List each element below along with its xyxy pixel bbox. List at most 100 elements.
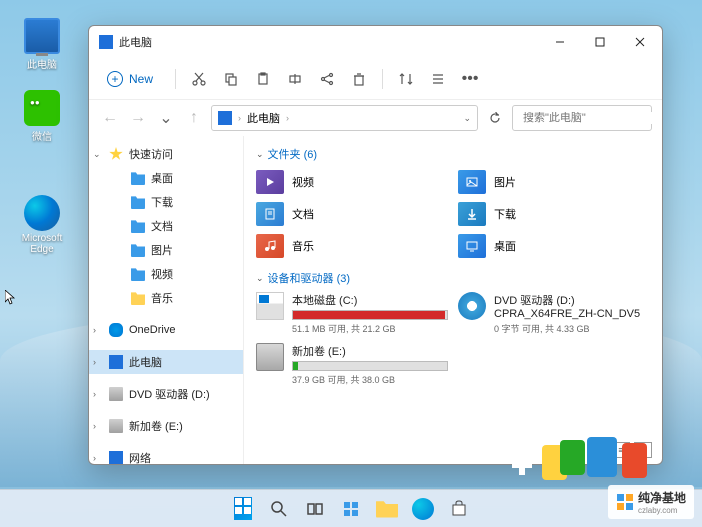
content-area: 文件夹 (6) 视频 图片 文档 下载 音乐 桌面 设备和驱动器 (3) 本地磁… [244, 136, 662, 464]
desktop-label: 此电脑 [27, 60, 57, 71]
dvd-icon [109, 387, 123, 401]
taskbar-edge[interactable] [407, 493, 439, 525]
desktop-icon-edge[interactable]: Microsoft Edge [12, 195, 72, 255]
folder-video[interactable]: 视频 [256, 168, 448, 196]
taskbar-store[interactable] [443, 493, 475, 525]
video-icon [256, 170, 284, 194]
folder-downloads[interactable]: 下载 [458, 200, 650, 228]
explorer-window: 此电脑 + New ••• ← → [88, 25, 663, 465]
delete-icon[interactable] [350, 70, 368, 88]
minimize-button[interactable] [540, 27, 580, 57]
desktop-icon-thispc[interactable]: 此电脑 [12, 18, 72, 71]
sidebar-item-documents[interactable]: 文档 [89, 214, 243, 238]
watermark-logo [616, 493, 634, 511]
cut-icon[interactable] [190, 70, 208, 88]
view-icon[interactable] [429, 70, 447, 88]
sidebar-item-label: 新加卷 (E:) [129, 418, 183, 434]
folder-icon [131, 219, 145, 233]
chevron-right-icon[interactable]: › [93, 357, 103, 367]
drive-c[interactable]: 本地磁盘 (C:) 51.1 MB 可用, 共 21.2 GB [256, 292, 448, 335]
thispc-icon [218, 111, 232, 125]
recent-button[interactable]: ⌄ [155, 107, 177, 129]
taskbar-taskview[interactable] [299, 493, 331, 525]
new-button[interactable]: + New [99, 67, 161, 91]
sidebar-item-label: 此电脑 [129, 354, 162, 370]
desktop-label: 微信 [32, 132, 52, 143]
chevron-right-icon[interactable]: › [93, 421, 103, 431]
close-button[interactable] [620, 27, 660, 57]
sidebar: ⌄快速访问 桌面 下载 文档 图片 视频 音乐 › OneDrive › 此电脑 ›… [89, 136, 244, 464]
sidebar-item-label: 文档 [151, 218, 173, 234]
sidebar-item-dvd[interactable]: ›DVD 驱动器 (D:) [89, 382, 243, 406]
pictures-icon [458, 170, 486, 194]
drive-name: 新加卷 (E:) [292, 343, 448, 359]
search-box[interactable] [512, 105, 652, 131]
drive-e[interactable]: 新加卷 (E:) 37.9 GB 可用, 共 38.0 GB [256, 343, 448, 386]
sidebar-item-newvol[interactable]: › 新加卷 (E:) [89, 414, 243, 438]
copy-icon[interactable] [222, 70, 240, 88]
sidebar-item-downloads[interactable]: 下载 [89, 190, 243, 214]
share-icon[interactable] [318, 70, 336, 88]
section-header-drives[interactable]: 设备和驱动器 (3) [256, 270, 650, 286]
chevron-right-icon[interactable]: › [93, 389, 103, 399]
folder-desktop[interactable]: 桌面 [458, 232, 650, 260]
sidebar-item-network[interactable]: ›网络 [89, 446, 243, 464]
dvd-icon [458, 292, 486, 320]
forward-button[interactable]: → [127, 107, 149, 129]
usage-bar [292, 361, 448, 371]
drive-d[interactable]: DVD 驱动器 (D:) CPRA_X64FRE_ZH-CN_DV5 0 字节 … [458, 292, 650, 335]
sort-icon[interactable] [397, 70, 415, 88]
sidebar-item-pictures[interactable]: 图片 [89, 238, 243, 262]
paste-icon[interactable] [254, 70, 272, 88]
dropdown-icon[interactable]: ⌄ [463, 113, 471, 124]
taskbar-widgets[interactable] [335, 493, 367, 525]
watermark: 纯净基地 czlaby.com [608, 485, 694, 519]
start-button[interactable] [227, 493, 259, 525]
titlebar[interactable]: 此电脑 [89, 26, 662, 58]
sidebar-item-music[interactable]: 音乐 [89, 286, 243, 310]
maximize-button[interactable] [580, 27, 620, 57]
sidebar-item-thispc[interactable]: › 此电脑 [89, 350, 243, 374]
drive-sub: 0 字节 可用, 共 4.33 GB [494, 322, 650, 335]
section-header-folders[interactable]: 文件夹 (6) [256, 146, 650, 162]
chevron-down-icon[interactable]: ⌄ [93, 149, 103, 160]
drive-name: 本地磁盘 (C:) [292, 292, 448, 308]
thispc-icon [24, 18, 60, 54]
desktop-icon-wechat[interactable]: 微信 [12, 90, 72, 143]
folder-pictures[interactable]: 图片 [458, 168, 650, 196]
taskbar-search[interactable] [263, 493, 295, 525]
drive-sub: 51.1 MB 可用, 共 21.2 GB [292, 322, 448, 335]
sidebar-item-desktop[interactable]: 桌面 [89, 166, 243, 190]
more-icon[interactable]: ••• [461, 70, 479, 88]
folder-icon [131, 291, 145, 305]
sidebar-item-quick[interactable]: ⌄快速访问 [89, 142, 243, 166]
folder-music[interactable]: 音乐 [256, 232, 448, 260]
folder-label: 下载 [494, 206, 516, 222]
downloads-icon [458, 202, 486, 226]
folder-documents[interactable]: 文档 [256, 200, 448, 228]
folder-label: 音乐 [292, 238, 314, 254]
taskbar-explorer[interactable] [371, 493, 403, 525]
sidebar-item-label: 音乐 [151, 290, 173, 306]
rename-icon[interactable] [286, 70, 304, 88]
back-button[interactable]: ← [99, 107, 121, 129]
up-button[interactable]: ↑ [183, 107, 205, 129]
sidebar-item-video[interactable]: 视频 [89, 262, 243, 286]
search-input[interactable] [523, 112, 663, 124]
address-bar[interactable]: › 此电脑 › ⌄ [211, 105, 478, 131]
window-title: 此电脑 [119, 34, 540, 50]
separator [382, 69, 383, 89]
documents-icon [256, 202, 284, 226]
chevron-right-icon: › [286, 113, 289, 123]
breadcrumb[interactable]: 此电脑 [247, 110, 280, 126]
chevron-right-icon[interactable]: › [93, 325, 103, 335]
mouse-cursor [5, 290, 17, 306]
toolbar: + New ••• [89, 58, 662, 100]
sidebar-item-onedrive[interactable]: › OneDrive [89, 318, 243, 342]
folder-icon [131, 171, 145, 185]
chevron-right-icon[interactable]: › [93, 453, 103, 463]
drive-e-icon [256, 343, 284, 371]
refresh-button[interactable] [484, 112, 506, 124]
sidebar-item-label: OneDrive [129, 324, 175, 336]
network-icon [109, 451, 123, 464]
